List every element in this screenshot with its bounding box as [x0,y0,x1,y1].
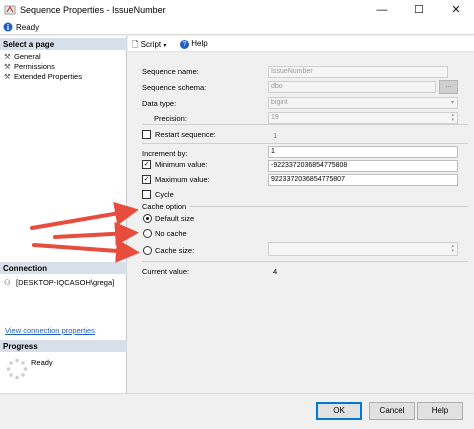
script-label: Script [140,40,162,49]
sequence-name-field[interactable]: IssueNumber [268,66,448,78]
restart-sequence-label: Restart sequence: [155,130,216,139]
wrench-icon: ⚒ [4,72,11,81]
sequence-schema-field[interactable]: dbo [268,81,436,93]
page-label: Extended Properties [14,72,82,81]
separator [142,143,468,144]
cycle-label: Cycle [155,190,174,199]
separator [142,261,468,262]
status-text: Ready [16,23,40,32]
close-button[interactable]: ✕ [438,0,474,20]
connection-header: Connection [0,262,127,274]
window-title: Sequence Properties - IssueNumber [20,5,166,15]
no-cache-label: No cache [155,229,187,238]
current-value-label: Current value: [142,267,190,276]
precision-value: 19 [271,114,279,121]
connection-icon: ⚇ [4,278,11,287]
script-button[interactable]: 🗋 Script ▾ [132,39,166,53]
increment-by-label: Increment by: [142,149,188,158]
ok-button[interactable]: OK [316,402,362,420]
minimum-value-field[interactable]: -9223372036854775808 [268,160,458,172]
default-size-label: Default size [155,214,195,223]
default-size-radio[interactable] [143,214,152,223]
page-item-general[interactable]: ⚒ General [4,52,41,62]
title-bar: Sequence Properties - IssueNumber — ☐ ✕ [0,0,474,20]
cycle-checkbox[interactable] [142,190,151,199]
sequence-name-label: Sequence name: [142,67,199,76]
spin-icon: ▴ ▾ [451,243,454,254]
data-type-value: bigint [271,99,288,106]
script-icon: 🗋 [132,40,139,49]
cache-size-field[interactable]: ▴ ▾ [268,242,458,256]
cache-option-label: Cache option [142,202,187,211]
view-connection-properties-link[interactable]: View connection properties [5,326,95,335]
schema-browse-button[interactable]: ... [439,80,458,94]
precision-label: Precision: [154,114,187,123]
button-bar: OK Cancel Help [0,393,474,429]
left-panel: Select a page ⚒ General ⚒ Permissions ⚒ Ext… [0,36,127,393]
cache-size-label: Cache size: [155,246,195,255]
help-button[interactable]: ? Help [180,39,208,49]
minimize-button[interactable]: — [364,0,400,20]
toolbar: 🗋 Script ▾ ? Help [128,36,474,52]
page-item-permissions[interactable]: ⚒ Permissions [4,62,55,72]
status-bar: Ready [0,20,474,35]
general-page-form: Sequence name: IssueNumber Sequence sche… [128,53,474,392]
select-page-header: Select a page [0,38,127,50]
maximum-value-label: Maximum value: [155,175,210,184]
help-dialog-button[interactable]: Help [417,402,463,420]
wrench-icon: ⚒ [4,52,11,61]
minimum-value-checkbox[interactable]: ✓ [142,160,151,169]
chevron-down-icon: ▾ [163,43,167,49]
restart-sequence-checkbox[interactable] [142,130,151,139]
restart-sequence-value: 1 [273,131,278,140]
progress-header: Progress [0,340,127,352]
sequence-app-icon [4,5,16,15]
increment-by-field[interactable]: 1 [268,146,458,158]
help-icon: ? [180,40,189,49]
cancel-button[interactable]: Cancel [369,402,415,420]
chevron-down-icon: ▾ [450,100,454,106]
page-label: General [14,52,41,61]
current-value: 4 [273,267,278,276]
page-label: Permissions [14,62,55,71]
wrench-icon: ⚒ [4,62,11,71]
maximum-value-checkbox[interactable]: ✓ [142,175,151,184]
maximize-button[interactable]: ☐ [401,0,437,20]
page-item-extended-properties[interactable]: ⚒ Extended Properties [4,72,82,82]
maximum-value-field[interactable]: 9223372036854775807 [268,174,458,186]
help-label: Help [191,39,208,48]
progress-spinner-icon [6,358,28,380]
connection-text: [DESKTOP-IQCASOH\grega] [16,278,115,287]
cache-size-radio[interactable] [143,246,152,255]
minimum-value-label: Minimum value: [155,160,208,169]
sequence-schema-label: Sequence schema: [142,83,207,92]
info-icon [3,22,13,32]
precision-field[interactable]: 19 ▴ ▾ [268,112,458,124]
separator [142,124,468,125]
separator [190,206,468,207]
spin-icon: ▴ ▾ [451,112,454,123]
no-cache-radio[interactable] [143,229,152,238]
progress-text: Ready [31,358,53,367]
connection-info: ⚇ [DESKTOP-IQCASOH\grega] [4,278,114,287]
data-type-select[interactable]: bigint ▾ [268,97,458,109]
data-type-label: Data type: [142,99,177,108]
